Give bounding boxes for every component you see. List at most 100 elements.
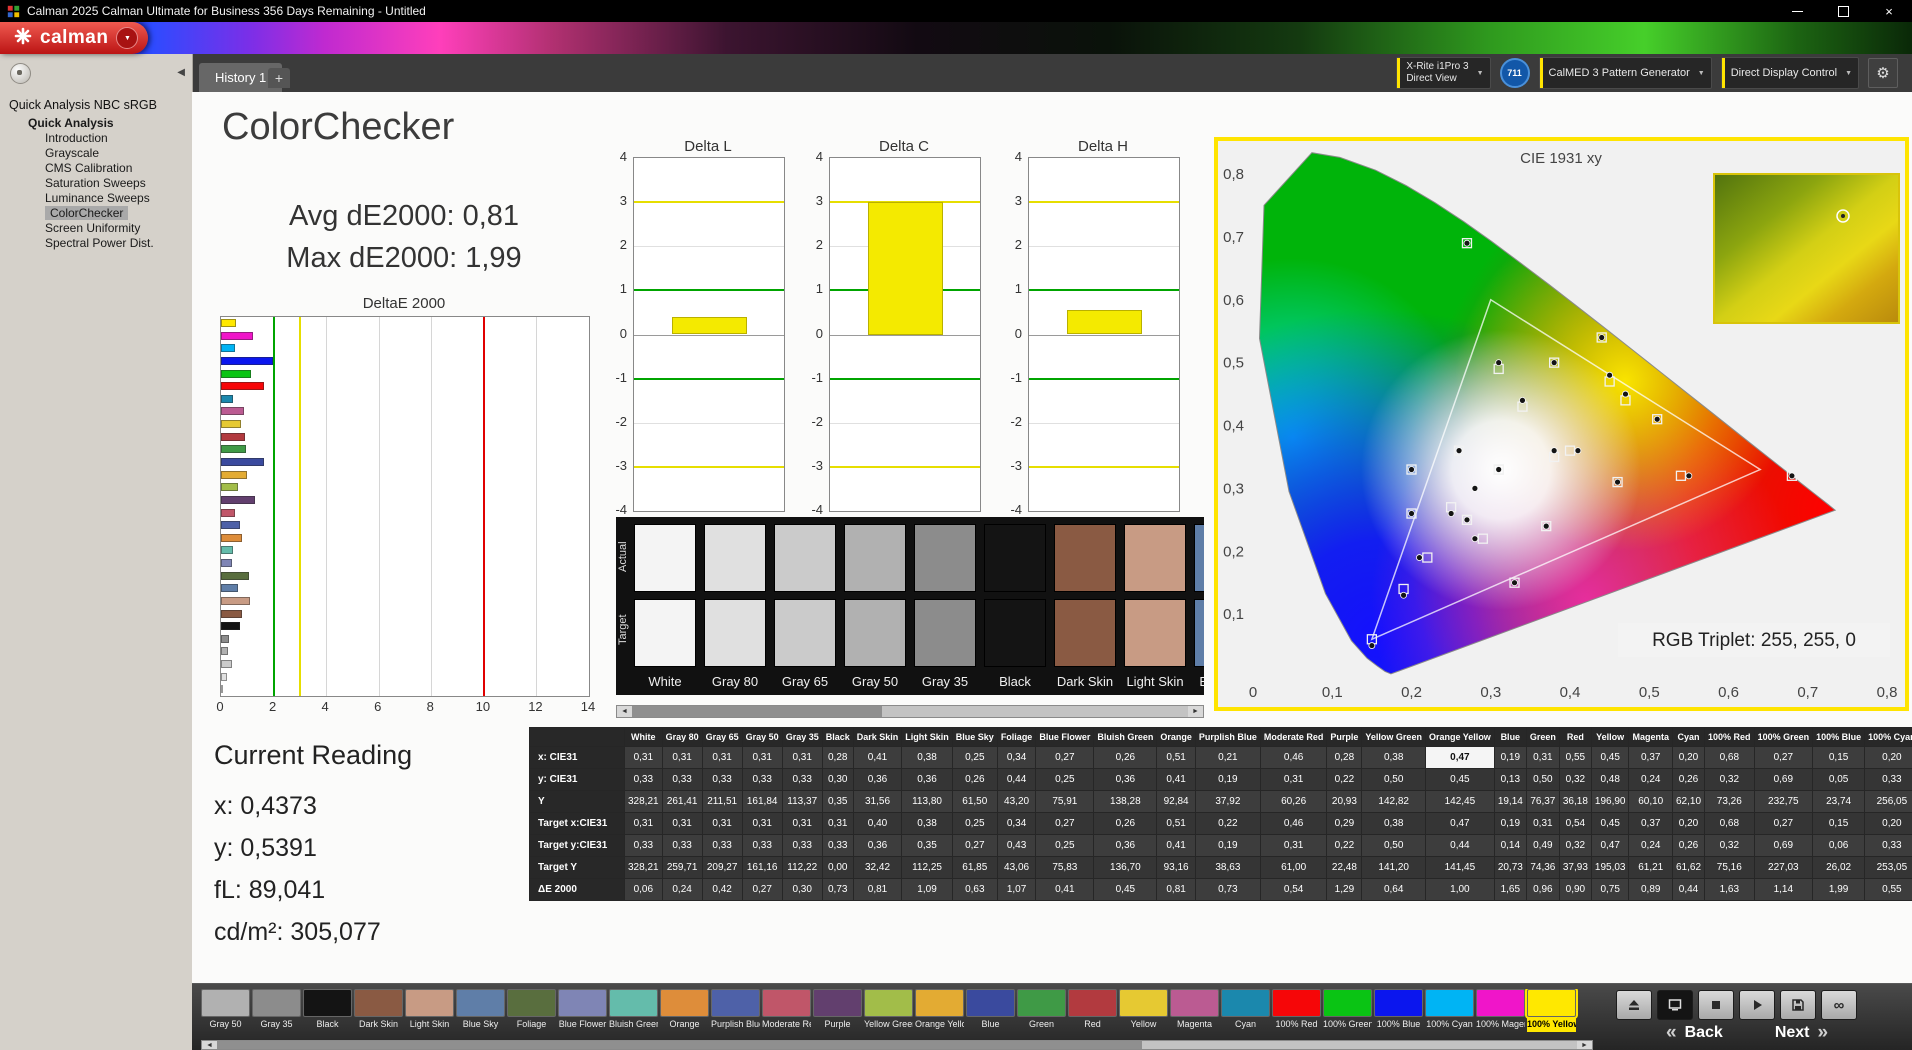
cell-y-orange: 0,41 (1156, 768, 1196, 791)
save-icon (1792, 999, 1804, 1011)
patch-button-blue-sky[interactable]: Blue Sky (456, 989, 505, 1032)
sidebar-item-grayscale[interactable]: Grayscale (0, 146, 192, 161)
sidebar-collapse-button[interactable]: ◀ (177, 67, 185, 78)
sidebar-item-luminance-sweeps[interactable]: Luminance Sweeps (0, 191, 192, 206)
patch-button-yellow[interactable]: Yellow (1119, 989, 1168, 1032)
patch-button-gray-50[interactable]: Gray 50 (201, 989, 250, 1032)
cie-1931-chart[interactable]: CIE 1931 xy 0 0,1 0,2 0,3 0,4 0,5 0,6 0,7 0,8 0,1… (1214, 137, 1909, 711)
patch-button-orange-yellow[interactable]: Orange Yellow (915, 989, 964, 1032)
scroll-left-arrow[interactable]: ◄ (202, 1041, 217, 1049)
swatch-label: Blue Sky (1199, 674, 1204, 689)
display-control-dropdown[interactable]: Direct Display Control ▼ (1720, 57, 1859, 89)
patch-button-100-red[interactable]: 100% Red (1272, 989, 1321, 1032)
sidebar-item-introduction[interactable]: Introduction (0, 131, 192, 146)
patch-button-yellow-green[interactable]: Yellow Green (864, 989, 913, 1032)
svg-text:0,3: 0,3 (1223, 480, 1244, 497)
sidebar-item-quick-analysis[interactable]: Quick Analysis (0, 116, 192, 131)
scroll-left-arrow[interactable]: ◄ (617, 706, 632, 717)
meter-dropdown[interactable]: X-Rite i1Pro 3 Direct View ▼ (1396, 57, 1491, 89)
menu-orb-button[interactable] (10, 63, 31, 84)
pattern-generator-dropdown[interactable]: CalMED 3 Pattern Generator ▼ (1538, 57, 1712, 89)
patch-label: Moderate Red (762, 1019, 811, 1029)
column-header-gray-65: Gray 65 (701, 727, 743, 747)
scroll-track[interactable] (632, 706, 1188, 717)
patch-button-100-cyan[interactable]: 100% Cyan (1425, 989, 1474, 1032)
sidebar-item-cms-calibration[interactable]: CMS Calibration (0, 161, 192, 176)
patch-button-dark-skin[interactable]: Dark Skin (354, 989, 403, 1032)
delta-c-chart[interactable]: Delta C 4 3 2 1 0 -1 -2 -3 -4 (811, 138, 981, 517)
sidebar-item-screen-uniformity[interactable]: Screen Uniformity (0, 221, 192, 236)
swatch-label: Gray 35 (921, 674, 969, 689)
cell-de-moderate-red: 0,54 (1259, 878, 1328, 901)
scroll-right-arrow[interactable]: ► (1577, 1041, 1592, 1049)
column-header-cyan: Cyan (1671, 727, 1706, 747)
stop-button[interactable] (1698, 990, 1734, 1020)
scroll-right-arrow[interactable]: ► (1188, 706, 1203, 717)
back-button[interactable]: « Back (1666, 1022, 1723, 1044)
actual-swatch (984, 524, 1046, 592)
patch-button-100-magenta[interactable]: 100% Magenta (1476, 989, 1525, 1032)
cell-ty-yellow-green: 0,50 (1361, 834, 1426, 857)
calman-logo[interactable]: calman ▼ (0, 22, 149, 54)
target-swatch (914, 599, 976, 667)
delta-h-plot[interactable] (1028, 157, 1180, 512)
cell-x-moderate-red: 0,46 (1259, 746, 1328, 769)
patch-chip (1272, 989, 1321, 1017)
play-button[interactable] (1739, 990, 1775, 1020)
loop-button[interactable]: ∞ (1821, 990, 1857, 1020)
patch-button-magenta[interactable]: Magenta (1170, 989, 1219, 1032)
display-button[interactable] (1657, 990, 1693, 1020)
patch-button-100-green[interactable]: 100% Green (1323, 989, 1372, 1032)
patch-button-blue-flower[interactable]: Blue Flower (558, 989, 607, 1032)
swatch-column-light-skin: Light Skin (1124, 524, 1186, 692)
settings-button[interactable]: ⚙ (1868, 58, 1898, 88)
minimize-button[interactable] (1774, 0, 1820, 22)
patch-button-100-blue[interactable]: 100% Blue (1374, 989, 1423, 1032)
close-button[interactable]: × (1866, 0, 1912, 22)
patch-chip (558, 989, 607, 1017)
patch-button-100-yellow[interactable]: 100% Yellow (1525, 989, 1578, 1032)
delta-l-plot[interactable] (633, 157, 785, 512)
delta-l-chart[interactable]: Delta L 4 3 2 1 0 -1 -2 -3 -4 (615, 138, 785, 517)
patch-button-bluish-green[interactable]: Bluish Green (609, 989, 658, 1032)
delta-c-plot[interactable] (829, 157, 981, 512)
save-button[interactable] (1780, 990, 1816, 1020)
delta-h-chart[interactable]: Delta H 4 3 2 1 0 -1 -2 -3 -4 (1010, 138, 1180, 517)
patch-button-blue[interactable]: Blue (966, 989, 1015, 1032)
patch-button-black[interactable]: Black (303, 989, 352, 1032)
scroll-track[interactable] (217, 1041, 1577, 1049)
patch-button-light-skin[interactable]: Light Skin (405, 989, 454, 1032)
deltae-2000-plot[interactable] (220, 316, 590, 697)
patch-button-moderate-red[interactable]: Moderate Red (762, 989, 811, 1032)
cell-tY-bluish-green: 136,70 (1093, 856, 1158, 879)
logo-menu-button[interactable]: ▼ (116, 27, 139, 49)
patch-button-red[interactable]: Red (1068, 989, 1117, 1032)
y-tick-label: 1 (1014, 281, 1022, 297)
patch-button-foliage[interactable]: Foliage (507, 989, 556, 1032)
scroll-thumb[interactable] (632, 706, 883, 717)
patch-button-purple[interactable]: Purple (813, 989, 862, 1032)
patch-button-cyan[interactable]: Cyan (1221, 989, 1270, 1032)
cell-Y-dark-skin: 31,56 (852, 790, 903, 813)
cell-y-yellow-green: 0,50 (1361, 768, 1426, 791)
y-tick-label: -4 (811, 502, 823, 517)
patch-button-green[interactable]: Green (1017, 989, 1066, 1032)
sidebar-item-saturation-sweeps[interactable]: Saturation Sweeps (0, 176, 192, 191)
maximize-button[interactable] (1820, 0, 1866, 22)
deltae-2000-chart[interactable]: DeltaE 2000 0 2 4 6 8 10 12 14 (216, 295, 640, 714)
tab-label: History 1 (215, 70, 267, 85)
cell-ty-100-green: 0,69 (1753, 834, 1814, 857)
patch-button-gray-35[interactable]: Gray 35 (252, 989, 301, 1032)
patch-button-purplish-blue[interactable]: Purplish Blue (711, 989, 760, 1032)
next-button[interactable]: Next » (1775, 1022, 1828, 1044)
patch-button-orange[interactable]: Orange (660, 989, 709, 1032)
target-swatch (1194, 599, 1204, 667)
cell-Y-light-skin: 113,80 (901, 790, 953, 813)
sidebar-item-spectral-power-dist[interactable]: Spectral Power Dist. (0, 236, 192, 251)
patch-chip (711, 989, 760, 1017)
sidebar-item-colorchecker[interactable]: ColorChecker (0, 206, 192, 221)
add-tab-button[interactable]: + (268, 68, 290, 88)
eject-icon (1629, 1000, 1639, 1010)
eject-button[interactable] (1616, 990, 1652, 1020)
scroll-thumb[interactable] (217, 1041, 1142, 1049)
